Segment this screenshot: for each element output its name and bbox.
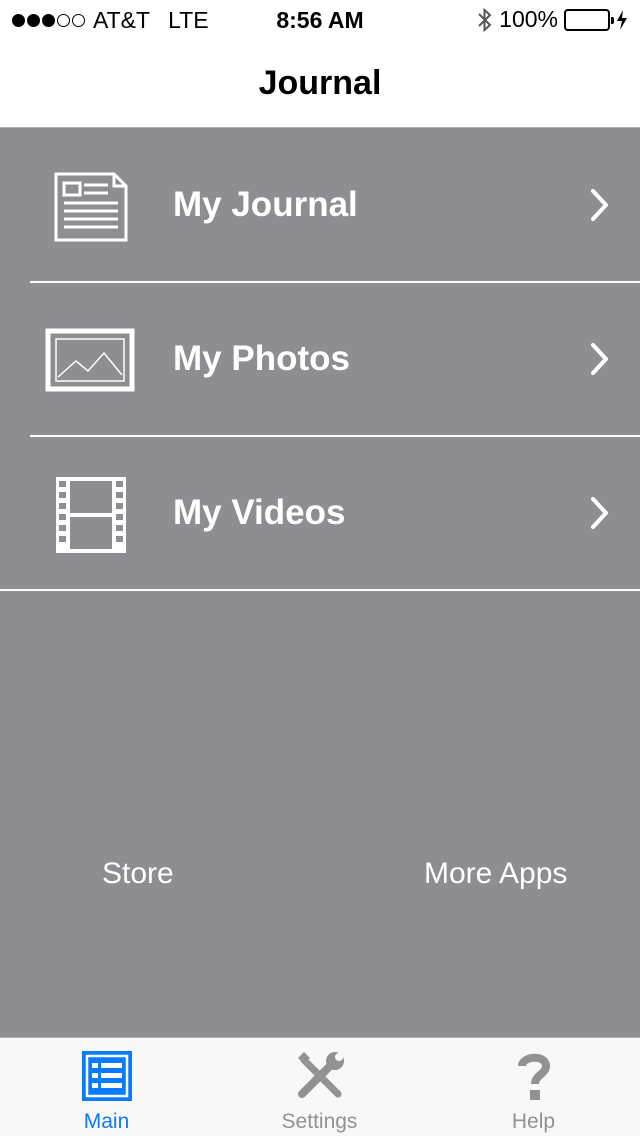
more-apps-link[interactable]: More Apps bbox=[424, 857, 567, 891]
menu-item-my-journal[interactable]: My Journal bbox=[0, 129, 640, 283]
battery-icon bbox=[564, 8, 614, 31]
store-link[interactable]: Store bbox=[102, 857, 174, 891]
list-icon bbox=[81, 1051, 132, 1101]
tab-label: Settings bbox=[281, 1110, 358, 1133]
chevron-right-icon bbox=[591, 189, 608, 221]
status-bar: AT&T LTE 8:56 AM 100% bbox=[0, 0, 640, 40]
main-menu: My Journal My Photos My Videos bbox=[0, 129, 640, 591]
divider bbox=[0, 589, 640, 591]
menu-item-my-videos[interactable]: My Videos bbox=[0, 437, 640, 591]
chevron-right-icon bbox=[591, 497, 608, 529]
tab-main[interactable]: Main bbox=[0, 1038, 213, 1136]
menu-item-label: My Videos bbox=[173, 493, 346, 532]
tab-label: Main bbox=[83, 1110, 130, 1133]
bottom-links: Store More Apps bbox=[0, 845, 640, 905]
journal-icon bbox=[54, 172, 128, 242]
page-title: Journal bbox=[258, 64, 382, 102]
chevron-right-icon bbox=[591, 343, 608, 375]
question-icon bbox=[517, 1053, 550, 1100]
tools-icon bbox=[297, 1052, 344, 1098]
film-icon bbox=[56, 477, 126, 553]
status-right: 100% bbox=[477, 6, 628, 33]
bluetooth-icon bbox=[478, 7, 492, 32]
charging-icon bbox=[617, 9, 627, 30]
tab-settings[interactable]: Settings bbox=[213, 1038, 426, 1136]
photo-icon bbox=[45, 328, 135, 392]
menu-item-label: My Photos bbox=[173, 339, 350, 378]
navigation-bar: Journal bbox=[0, 40, 640, 128]
tab-label: Help bbox=[511, 1110, 556, 1133]
menu-item-label: My Journal bbox=[173, 185, 358, 224]
battery-percent: 100% bbox=[499, 6, 558, 32]
tab-bar: Main Settings Help bbox=[0, 1037, 640, 1136]
tab-help[interactable]: Help bbox=[427, 1038, 640, 1136]
menu-item-my-photos[interactable]: My Photos bbox=[0, 283, 640, 437]
